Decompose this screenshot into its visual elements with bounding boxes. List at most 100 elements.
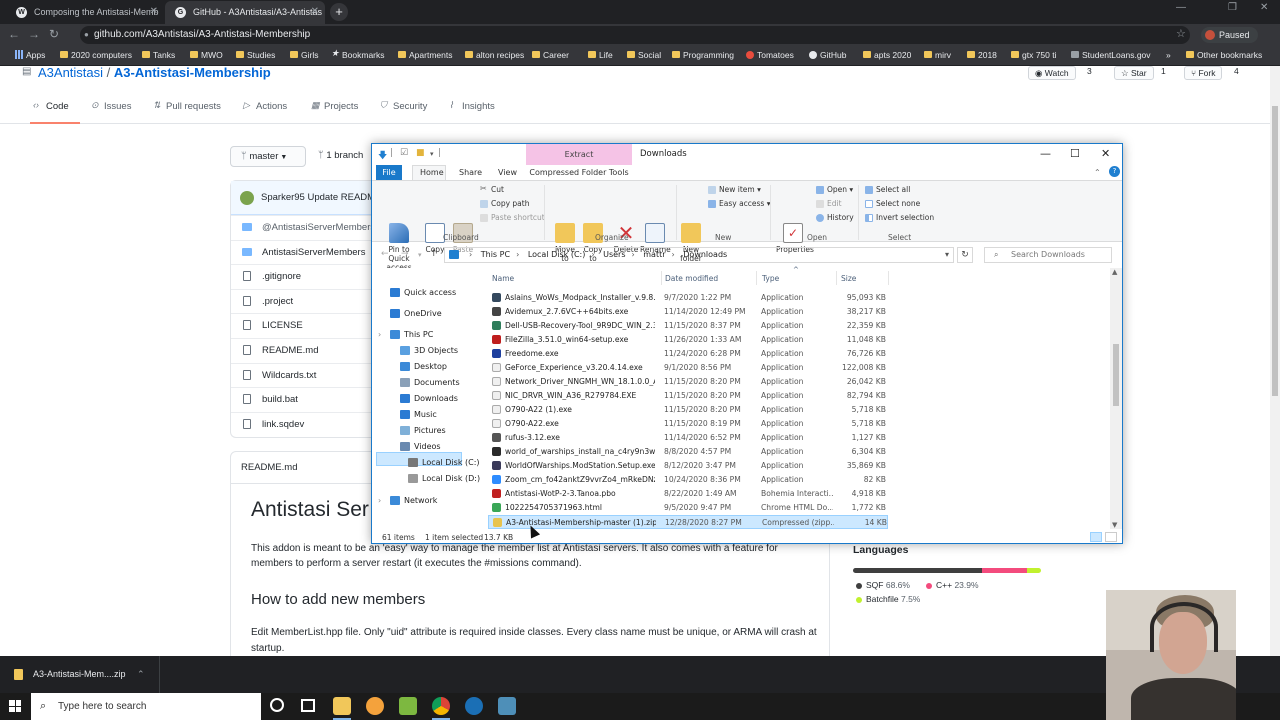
file-row[interactable]: LICENSE (231, 313, 391, 338)
file-row[interactable]: A3-Antistasi-Membership-master (1).zip 12… (488, 515, 888, 529)
bookmark-folder[interactable]: Programming (672, 50, 734, 60)
select-all-button[interactable]: Select all (865, 185, 910, 194)
bookmark-star-icon[interactable]: ☆ (1176, 27, 1186, 40)
repo-name-link[interactable]: A3-Antistasi-Membership (114, 66, 271, 80)
repo-owner-link[interactable]: A3Antistasi (38, 66, 103, 80)
file-row[interactable]: world_of_warships_install_na_c4ry9n3w5..… (488, 445, 888, 459)
file-row[interactable]: Freedome.exe 11/24/2020 6:28 PM Applicatio… (488, 347, 888, 361)
language-cpp[interactable]: C++ 23.9% (926, 580, 979, 590)
column-size[interactable]: Size (841, 274, 856, 283)
file-row[interactable]: build.bat (231, 387, 391, 412)
tab-pull-requests[interactable]: ⇅ Pull requests (153, 100, 221, 112)
nav-item[interactable]: Desktop (400, 362, 447, 371)
column-date-modified[interactable]: Date modified (665, 274, 718, 283)
paste-shortcut-button[interactable]: Paste shortcut (480, 213, 545, 222)
nav-item[interactable]: 3D Objects (400, 346, 458, 355)
details-view-icon[interactable] (1090, 532, 1102, 542)
page-scrollbar-thumb[interactable] (1272, 106, 1278, 396)
browser-tab-active[interactable]: G GitHub - A3Antistasi/A3-Antistas ✕ (165, 1, 325, 24)
other-bookmarks[interactable]: Other bookmarks (1186, 50, 1262, 60)
file-row[interactable]: .gitignore (231, 264, 391, 289)
open-button[interactable]: Open ▾ (816, 185, 853, 194)
bookmark-folder[interactable]: MWO (190, 50, 223, 60)
bookmark-folder[interactable]: Girls (290, 50, 318, 60)
chrome-taskbar-icon[interactable] (432, 697, 450, 715)
file-row[interactable]: 1022254705371963.html 9/5/2020 9:47 PM Chr… (488, 501, 888, 515)
file-row[interactable]: Antistasi-WotP-2-3.Tanoa.pbo 8/22/2020 1:… (488, 487, 888, 501)
column-divider[interactable] (888, 271, 889, 285)
fork-count[interactable]: 4 (1234, 66, 1239, 76)
app-taskbar-icon[interactable] (366, 697, 384, 715)
reload-icon[interactable]: ↻ (46, 27, 62, 41)
edit-button[interactable]: Edit (816, 199, 842, 208)
file-row[interactable]: .project (231, 288, 391, 314)
bookmark-folder[interactable]: Social (627, 50, 661, 60)
back-icon[interactable]: ← (381, 249, 389, 259)
tab-share[interactable]: Share (459, 168, 482, 177)
tab-security[interactable]: ⛉ Security (380, 100, 427, 112)
search-input[interactable]: ⌕ Search Downloads (984, 247, 1112, 263)
fork-button[interactable]: ⑂ Fork (1184, 66, 1223, 80)
recent-locations-icon[interactable]: ▾ (418, 251, 422, 259)
new-folder-icon[interactable]: ■ (416, 148, 425, 158)
file-explorer-taskbar-icon[interactable] (333, 697, 351, 715)
copy-path-button[interactable]: Copy path (480, 199, 529, 208)
nav-item[interactable]: Downloads (400, 394, 458, 403)
file-row[interactable]: O790-A22.exe 11/15/2020 8:19 PM Applicatio… (488, 417, 888, 431)
column-divider[interactable] (756, 271, 757, 285)
bookmark-folder[interactable]: Tanks (142, 50, 175, 60)
app-taskbar-icon[interactable] (498, 697, 516, 715)
watch-count[interactable]: 3 (1087, 66, 1092, 76)
breadcrumb-mattr[interactable]: mattr (643, 250, 665, 259)
bookmark-folder[interactable]: 2020 computers (60, 50, 132, 60)
cortana-icon[interactable] (270, 698, 284, 712)
nav-item[interactable]: OneDrive (390, 309, 442, 318)
file-row[interactable]: Dell-USB-Recovery-Tool_9R9DC_WIN_2.3... 1… (488, 319, 888, 333)
nav-item[interactable]: Pictures (400, 426, 446, 435)
chevron-up-icon[interactable]: ⌃ (137, 656, 145, 693)
file-row[interactable]: FileZilla_3.51.0_win64-setup.exe 11/26/20… (488, 333, 888, 347)
file-row[interactable]: rufus-3.12.exe 11/14/2020 6:52 PM Applicat… (488, 431, 888, 445)
bookmark-folder[interactable]: gtx 750 ti (1011, 50, 1057, 60)
bookmark-star[interactable]: ★ Bookmarks (331, 48, 385, 60)
file-row[interactable]: WorldOfWarships.ModStation.Setup.exe 8/12… (488, 459, 888, 473)
back-icon[interactable]: ← (6, 27, 22, 41)
breadcrumb-users[interactable]: Users (603, 250, 625, 259)
minimize-icon[interactable]: — (1176, 2, 1186, 13)
history-button[interactable]: History (816, 213, 854, 222)
column-name[interactable]: Name (492, 274, 514, 283)
bookmark-studentloans[interactable]: StudentLoans.gov (1071, 50, 1151, 60)
scrollbar-thumb[interactable] (1113, 344, 1119, 406)
browser-tab[interactable]: W Composing the Antistasi-Memb ✕ (6, 1, 164, 24)
breadcrumb-local-disk[interactable]: Local Disk (C:) (528, 250, 586, 259)
language-batchfile[interactable]: Batchfile 7.5% (856, 594, 920, 604)
star-button[interactable]: ☆ Star (1114, 66, 1154, 80)
forward-icon[interactable]: → (401, 249, 409, 259)
nav-item[interactable]: Quick access (390, 288, 456, 297)
bookmark-apps[interactable]: Apps (15, 50, 45, 60)
tab-projects[interactable]: ▦ Projects (311, 100, 358, 112)
bookmark-folder[interactable]: Apartments (398, 50, 452, 60)
bookmark-folder[interactable]: apts 2020 (863, 50, 911, 60)
nav-item[interactable]: Network (390, 496, 437, 505)
new-tab-button[interactable]: + (330, 3, 348, 21)
new-item-button[interactable]: New item ▾ (708, 185, 761, 194)
nav-item[interactable]: Documents (400, 378, 460, 387)
profile-button[interactable]: Paused (1201, 27, 1258, 43)
nav-item[interactable]: Local Disk (D:) (408, 474, 480, 483)
download-item[interactable]: A3-Antistasi-Mem....zip ⌃ (0, 656, 160, 693)
file-row[interactable]: @AntistasiServerMembers/ (231, 215, 391, 240)
tab-actions[interactable]: ▷ Actions (243, 100, 287, 112)
expand-chevron-icon[interactable]: › (378, 496, 381, 505)
cut-button[interactable]: ✂ Cut (480, 184, 504, 194)
forward-icon[interactable]: → (26, 27, 42, 41)
bookmarks-overflow-button[interactable]: » (1166, 50, 1171, 60)
url-field[interactable]: ● github.com/A3Antistasi/A3-Antistasi-Me… (80, 26, 1190, 44)
tab-compressed-folder-tools[interactable]: Compressed Folder Tools (526, 165, 632, 180)
task-view-icon[interactable] (301, 699, 315, 712)
bookmark-folder[interactable]: mirv (924, 50, 951, 60)
close-tab-icon[interactable]: ✕ (150, 1, 158, 23)
file-row[interactable]: README.md (231, 338, 391, 363)
select-none-button[interactable]: Select none (865, 199, 920, 208)
easy-access-button[interactable]: Easy access ▾ (708, 199, 771, 208)
